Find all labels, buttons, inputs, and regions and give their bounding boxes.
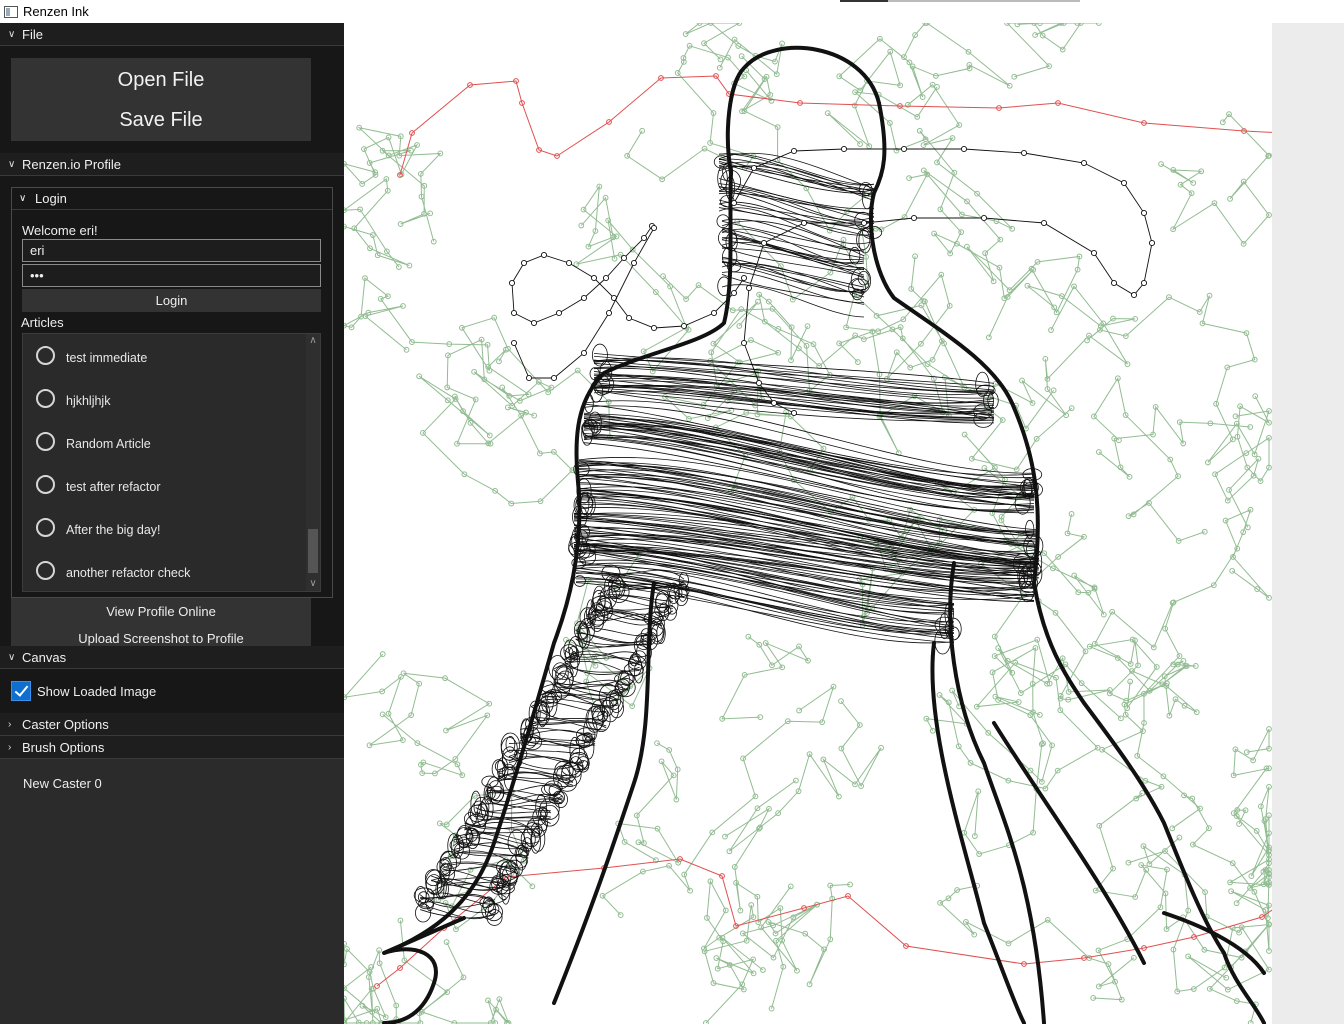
article-label: test after refactor: [66, 480, 161, 494]
chevron-right-icon: ›: [8, 741, 12, 753]
window-title: Renzen Ink: [23, 4, 89, 19]
radio-button[interactable]: [36, 561, 55, 580]
drawing-canvas[interactable]: [344, 23, 1344, 1024]
login-button[interactable]: Login: [22, 289, 321, 312]
show-image-checkbox[interactable]: [11, 681, 31, 701]
chevron-right-icon: ›: [8, 718, 12, 730]
app-icon: [4, 5, 18, 18]
chevron-down-icon: ∨: [8, 28, 16, 40]
list-item[interactable]: After the big day!: [23, 506, 320, 549]
canvas-drawing[interactable]: [344, 23, 1344, 1024]
article-label: another refactor check: [66, 566, 191, 580]
title-bar: Renzen Ink: [0, 0, 1344, 23]
caster-section-header[interactable]: › Caster Options: [0, 713, 344, 736]
password-field[interactable]: •••: [22, 264, 321, 287]
canvas-section-body: Show Loaded Image: [0, 669, 344, 713]
chevron-down-icon: ∨: [8, 651, 16, 663]
chevron-down-icon: ∨: [19, 193, 27, 204]
articles-label: Articles: [21, 315, 64, 330]
save-file-button[interactable]: Save File: [119, 100, 202, 140]
profile-section-body: ∨ Login Welcome eri! eri ••• Login Artic…: [0, 176, 344, 652]
profile-section-title: Renzen.io Profile: [22, 156, 121, 172]
article-label: hjkhljhjk: [66, 394, 111, 408]
list-item[interactable]: test after refactor: [23, 463, 320, 506]
open-file-button[interactable]: Open File: [118, 60, 205, 100]
view-profile-button[interactable]: View Profile Online: [11, 598, 311, 625]
scroll-up-icon[interactable]: ∧: [306, 334, 320, 348]
radio-button[interactable]: [36, 389, 55, 408]
chevron-down-icon: ∨: [8, 158, 16, 170]
radio-button[interactable]: [36, 475, 55, 494]
caster-section-title: Caster Options: [22, 716, 109, 732]
profile-section-header[interactable]: ∨ Renzen.io Profile: [0, 153, 344, 176]
brush-section-header[interactable]: › Brush Options: [0, 736, 344, 759]
article-label: test immediate: [66, 351, 148, 365]
list-item[interactable]: test immediate: [23, 334, 320, 377]
article-label: After the big day!: [66, 523, 161, 537]
articles-scrollbar[interactable]: ∧ ∨: [306, 334, 320, 591]
canvas-section-title: Canvas: [22, 649, 67, 665]
scribble-layer: [413, 152, 1044, 926]
articles-list[interactable]: test immediate hjkhljhjk Random Article …: [22, 333, 321, 592]
article-label: Random Article: [66, 437, 151, 451]
list-item[interactable]: Random Article: [23, 420, 320, 463]
canvas-margin: [1272, 23, 1344, 1024]
radio-button[interactable]: [36, 518, 55, 537]
welcome-text: Welcome eri!: [22, 223, 98, 238]
radio-button[interactable]: [36, 432, 55, 451]
show-image-label: Show Loaded Image: [37, 683, 157, 699]
username-field[interactable]: eri: [22, 239, 321, 262]
brush-section-title: Brush Options: [22, 739, 105, 755]
file-section-title: File: [22, 26, 43, 42]
login-group: ∨ Login Welcome eri! eri ••• Login Artic…: [11, 187, 333, 598]
caster-list-item[interactable]: New Caster 0: [0, 759, 344, 791]
list-item[interactable]: another refactor check: [23, 549, 320, 592]
file-section-body: Open File Save File: [0, 46, 344, 153]
file-section-header[interactable]: ∨ File: [0, 23, 344, 46]
scroll-down-icon[interactable]: ∨: [306, 577, 320, 591]
title-tab-strip: [888, 0, 1080, 2]
scrollbar-thumb[interactable]: [308, 529, 318, 573]
title-tab-active: [840, 0, 888, 2]
file-button-group: Open File Save File: [11, 58, 311, 141]
sidebar-panel: ∨ File Open File Save File ∨ Renzen.io P…: [0, 23, 344, 1024]
login-group-title: Login: [35, 191, 67, 206]
list-item[interactable]: hjkhljhjk: [23, 377, 320, 420]
login-group-header[interactable]: ∨ Login: [12, 188, 332, 210]
radio-button[interactable]: [36, 346, 55, 365]
